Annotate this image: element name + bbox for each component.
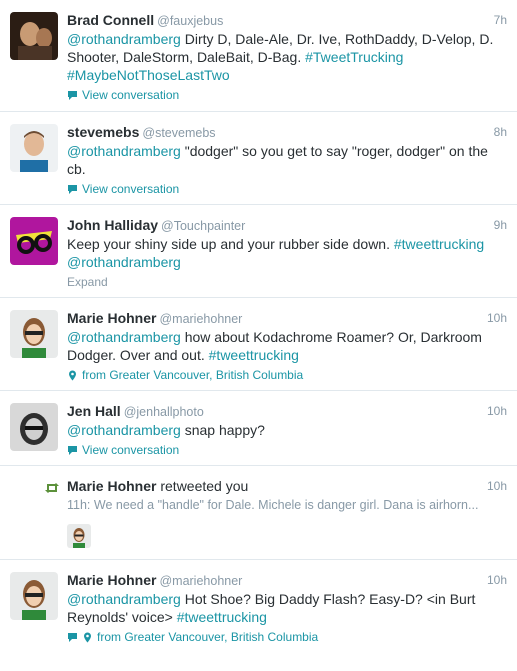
location-pin-icon [67, 370, 78, 381]
timestamp[interactable]: 8h [494, 122, 507, 142]
location-link[interactable]: from Greater Vancouver, British Columbia [67, 629, 507, 645]
avatar[interactable] [67, 524, 91, 548]
tweet-item[interactable]: Marie Hohner @mariehohner 10h @rothandram… [0, 298, 517, 391]
hashtag-link[interactable]: #tweettrucking [177, 609, 267, 625]
action-label: View conversation [82, 182, 180, 196]
tweet-feed: Brad Connell @fauxjebus 7h @rothandramber… [0, 0, 517, 671]
mention-link[interactable]: @rothandramberg [67, 143, 181, 159]
user-handle[interactable]: @mariehohner [159, 312, 242, 326]
view-conversation-link[interactable]: View conversation [67, 87, 507, 103]
action-label: from Greater Vancouver, British Columbia [97, 630, 319, 644]
tweet-body: Keep your shiny side up and your rubber … [67, 236, 394, 252]
tweet-text: @rothandramberg Dirty D, Dale-Ale, Dr. I… [67, 30, 507, 84]
timestamp[interactable]: 10h [487, 308, 507, 328]
user-name[interactable]: Marie Hohner [67, 310, 156, 326]
tweet-text: @rothandramberg Hot Shoe? Big Daddy Flas… [67, 590, 507, 626]
tweet-body: snap happy? [180, 422, 265, 438]
mention-link[interactable]: @rothandramberg [67, 31, 181, 47]
tweet-item[interactable]: Brad Connell @fauxjebus 7h @rothandramber… [0, 0, 517, 112]
tweet-item[interactable]: John Halliday @Touchpainter 9h Keep your … [0, 205, 517, 298]
speech-bubble-icon [67, 90, 78, 101]
timestamp[interactable]: 9h [494, 215, 507, 235]
user-handle[interactable]: @Touchpainter [161, 219, 245, 233]
location-pin-icon [82, 632, 93, 643]
tweet-text: @rothandramberg "dodger" so you get to s… [67, 142, 507, 178]
user-name[interactable]: Marie Hohner [67, 478, 156, 494]
user-name[interactable]: Jen Hall [67, 403, 121, 419]
speech-bubble-icon [67, 184, 78, 195]
notification-label: retweeted you [156, 478, 249, 494]
view-conversation-link[interactable]: View conversation [67, 442, 507, 458]
timestamp[interactable]: 7h [494, 10, 507, 30]
avatar[interactable] [10, 217, 58, 265]
timestamp[interactable]: 10h [487, 476, 507, 496]
action-label: from Greater Vancouver, British Columbia [82, 368, 304, 382]
speech-bubble-icon [67, 632, 78, 643]
user-name[interactable]: stevemebs [67, 124, 139, 140]
action-label: Expand [67, 275, 108, 289]
location-link[interactable]: from Greater Vancouver, British Columbia [67, 367, 507, 383]
speech-bubble-icon [67, 445, 78, 456]
tweet-text: @rothandramberg how about Kodachrome Roa… [67, 328, 507, 364]
mention-link[interactable]: @rothandramberg [67, 422, 181, 438]
avatar[interactable] [10, 124, 58, 172]
user-handle[interactable]: @jenhallphoto [124, 405, 204, 419]
timestamp[interactable]: 10h [487, 570, 507, 590]
user-name[interactable]: John Halliday [67, 217, 158, 233]
retweet-notification[interactable]: Marie Hohner retweeted you 10h 11h: We n… [0, 466, 517, 560]
tweet-item[interactable]: Jen Hall @jenhallphoto 10h @rothandramber… [0, 391, 517, 466]
avatar[interactable] [10, 310, 58, 358]
action-label: View conversation [82, 443, 180, 457]
tweet-text: Keep your shiny side up and your rubber … [67, 235, 507, 271]
hashtag-link[interactable]: #tweettrucking [209, 347, 299, 363]
tweet-item[interactable]: Marie Hohner @mariehohner 10h @rothandram… [0, 560, 517, 671]
expand-link[interactable]: Expand [67, 274, 507, 290]
mention-link[interactable]: @rothandramberg [67, 591, 181, 607]
retweeted-snippet[interactable]: 11h: We need a "handle" for Dale. Michel… [67, 496, 503, 514]
action-label: View conversation [82, 88, 180, 102]
avatar[interactable] [10, 403, 58, 451]
timestamp[interactable]: 10h [487, 401, 507, 421]
view-conversation-link[interactable]: View conversation [67, 181, 507, 197]
avatar[interactable] [10, 572, 58, 620]
mention-link[interactable]: @rothandramberg [67, 254, 181, 270]
hashtag-link[interactable]: #tweettrucking [394, 236, 484, 252]
mention-link[interactable]: @rothandramberg [67, 329, 181, 345]
user-handle[interactable]: @fauxjebus [157, 14, 223, 28]
user-name[interactable]: Marie Hohner [67, 572, 156, 588]
retweet-icon [44, 481, 60, 493]
user-handle[interactable]: @mariehohner [159, 574, 242, 588]
tweet-item[interactable]: stevemebs @stevemebs 8h @rothandramberg "… [0, 112, 517, 205]
user-handle[interactable]: @stevemebs [142, 126, 215, 140]
tweet-text: @rothandramberg snap happy? [67, 421, 507, 439]
avatar[interactable] [10, 12, 58, 60]
user-name[interactable]: Brad Connell [67, 12, 154, 28]
